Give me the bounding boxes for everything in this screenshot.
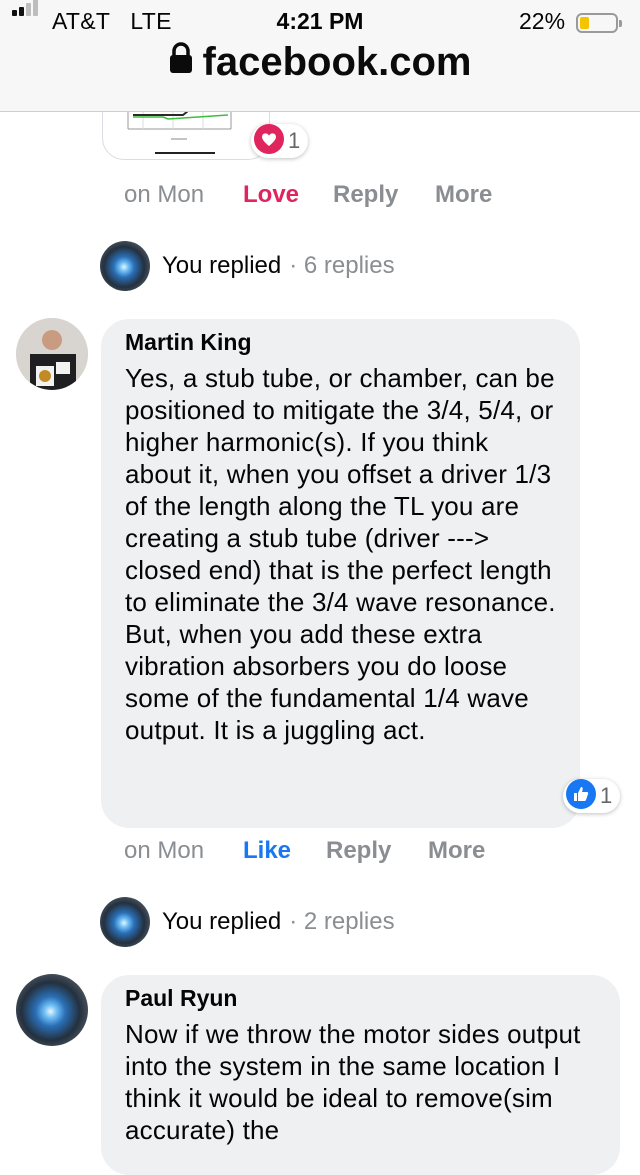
comment-text: Now if we throw the motor sides output i… [125, 1019, 581, 1145]
reaction-badge[interactable]: 1 [251, 123, 309, 159]
comment-bubble: Paul Ryun Now if we throw the motor side… [101, 975, 620, 1175]
comment-author[interactable]: Paul Ryun [125, 985, 598, 1012]
replies-count: · 6 replies [289, 252, 395, 279]
like-reaction-icon [566, 778, 596, 814]
more-button[interactable]: More [428, 837, 485, 865]
replies-count: · 2 replies [289, 908, 395, 935]
reaction-badge[interactable]: 1 [563, 778, 621, 814]
love-reaction-icon [254, 123, 284, 159]
avatar [100, 897, 150, 947]
comment-time: on Mon [124, 837, 205, 864]
reaction-count: 1 [600, 783, 613, 808]
replies-summary[interactable]: You replied · 2 replies [100, 897, 395, 947]
battery-fill [580, 17, 589, 29]
reply-button[interactable]: Reply [326, 837, 391, 865]
lock-icon [169, 39, 193, 84]
comment-bubble: Martin King Yes, a stub tube, or chamber… [101, 319, 580, 828]
like-button[interactable]: Like [243, 837, 291, 865]
replies-summary[interactable]: You replied · 6 replies [100, 241, 395, 291]
comment-time: on Mon [124, 181, 205, 208]
url-domain: facebook.com [202, 40, 472, 84]
avatar[interactable] [16, 318, 88, 390]
replied-label: You replied [162, 908, 282, 935]
comment-text: Yes, a stub tube, or chamber, can be pos… [125, 363, 556, 745]
url-bar[interactable]: facebook.com [0, 40, 640, 87]
browser-top-bar: AT&T LTE 4:21 PM 22% facebook.com [0, 0, 640, 112]
reply-button[interactable]: Reply [333, 181, 398, 209]
comment-author[interactable]: Martin King [125, 329, 558, 356]
love-button[interactable]: Love [243, 181, 299, 209]
avatar [100, 241, 150, 291]
status-bar: AT&T LTE 4:21 PM 22% [0, 0, 640, 36]
replied-label: You replied [162, 252, 282, 279]
battery-percent: 22% [519, 8, 566, 34]
more-button[interactable]: More [435, 181, 492, 209]
avatar[interactable] [16, 974, 88, 1046]
battery-icon [576, 13, 622, 33]
reaction-count: 1 [288, 128, 301, 153]
